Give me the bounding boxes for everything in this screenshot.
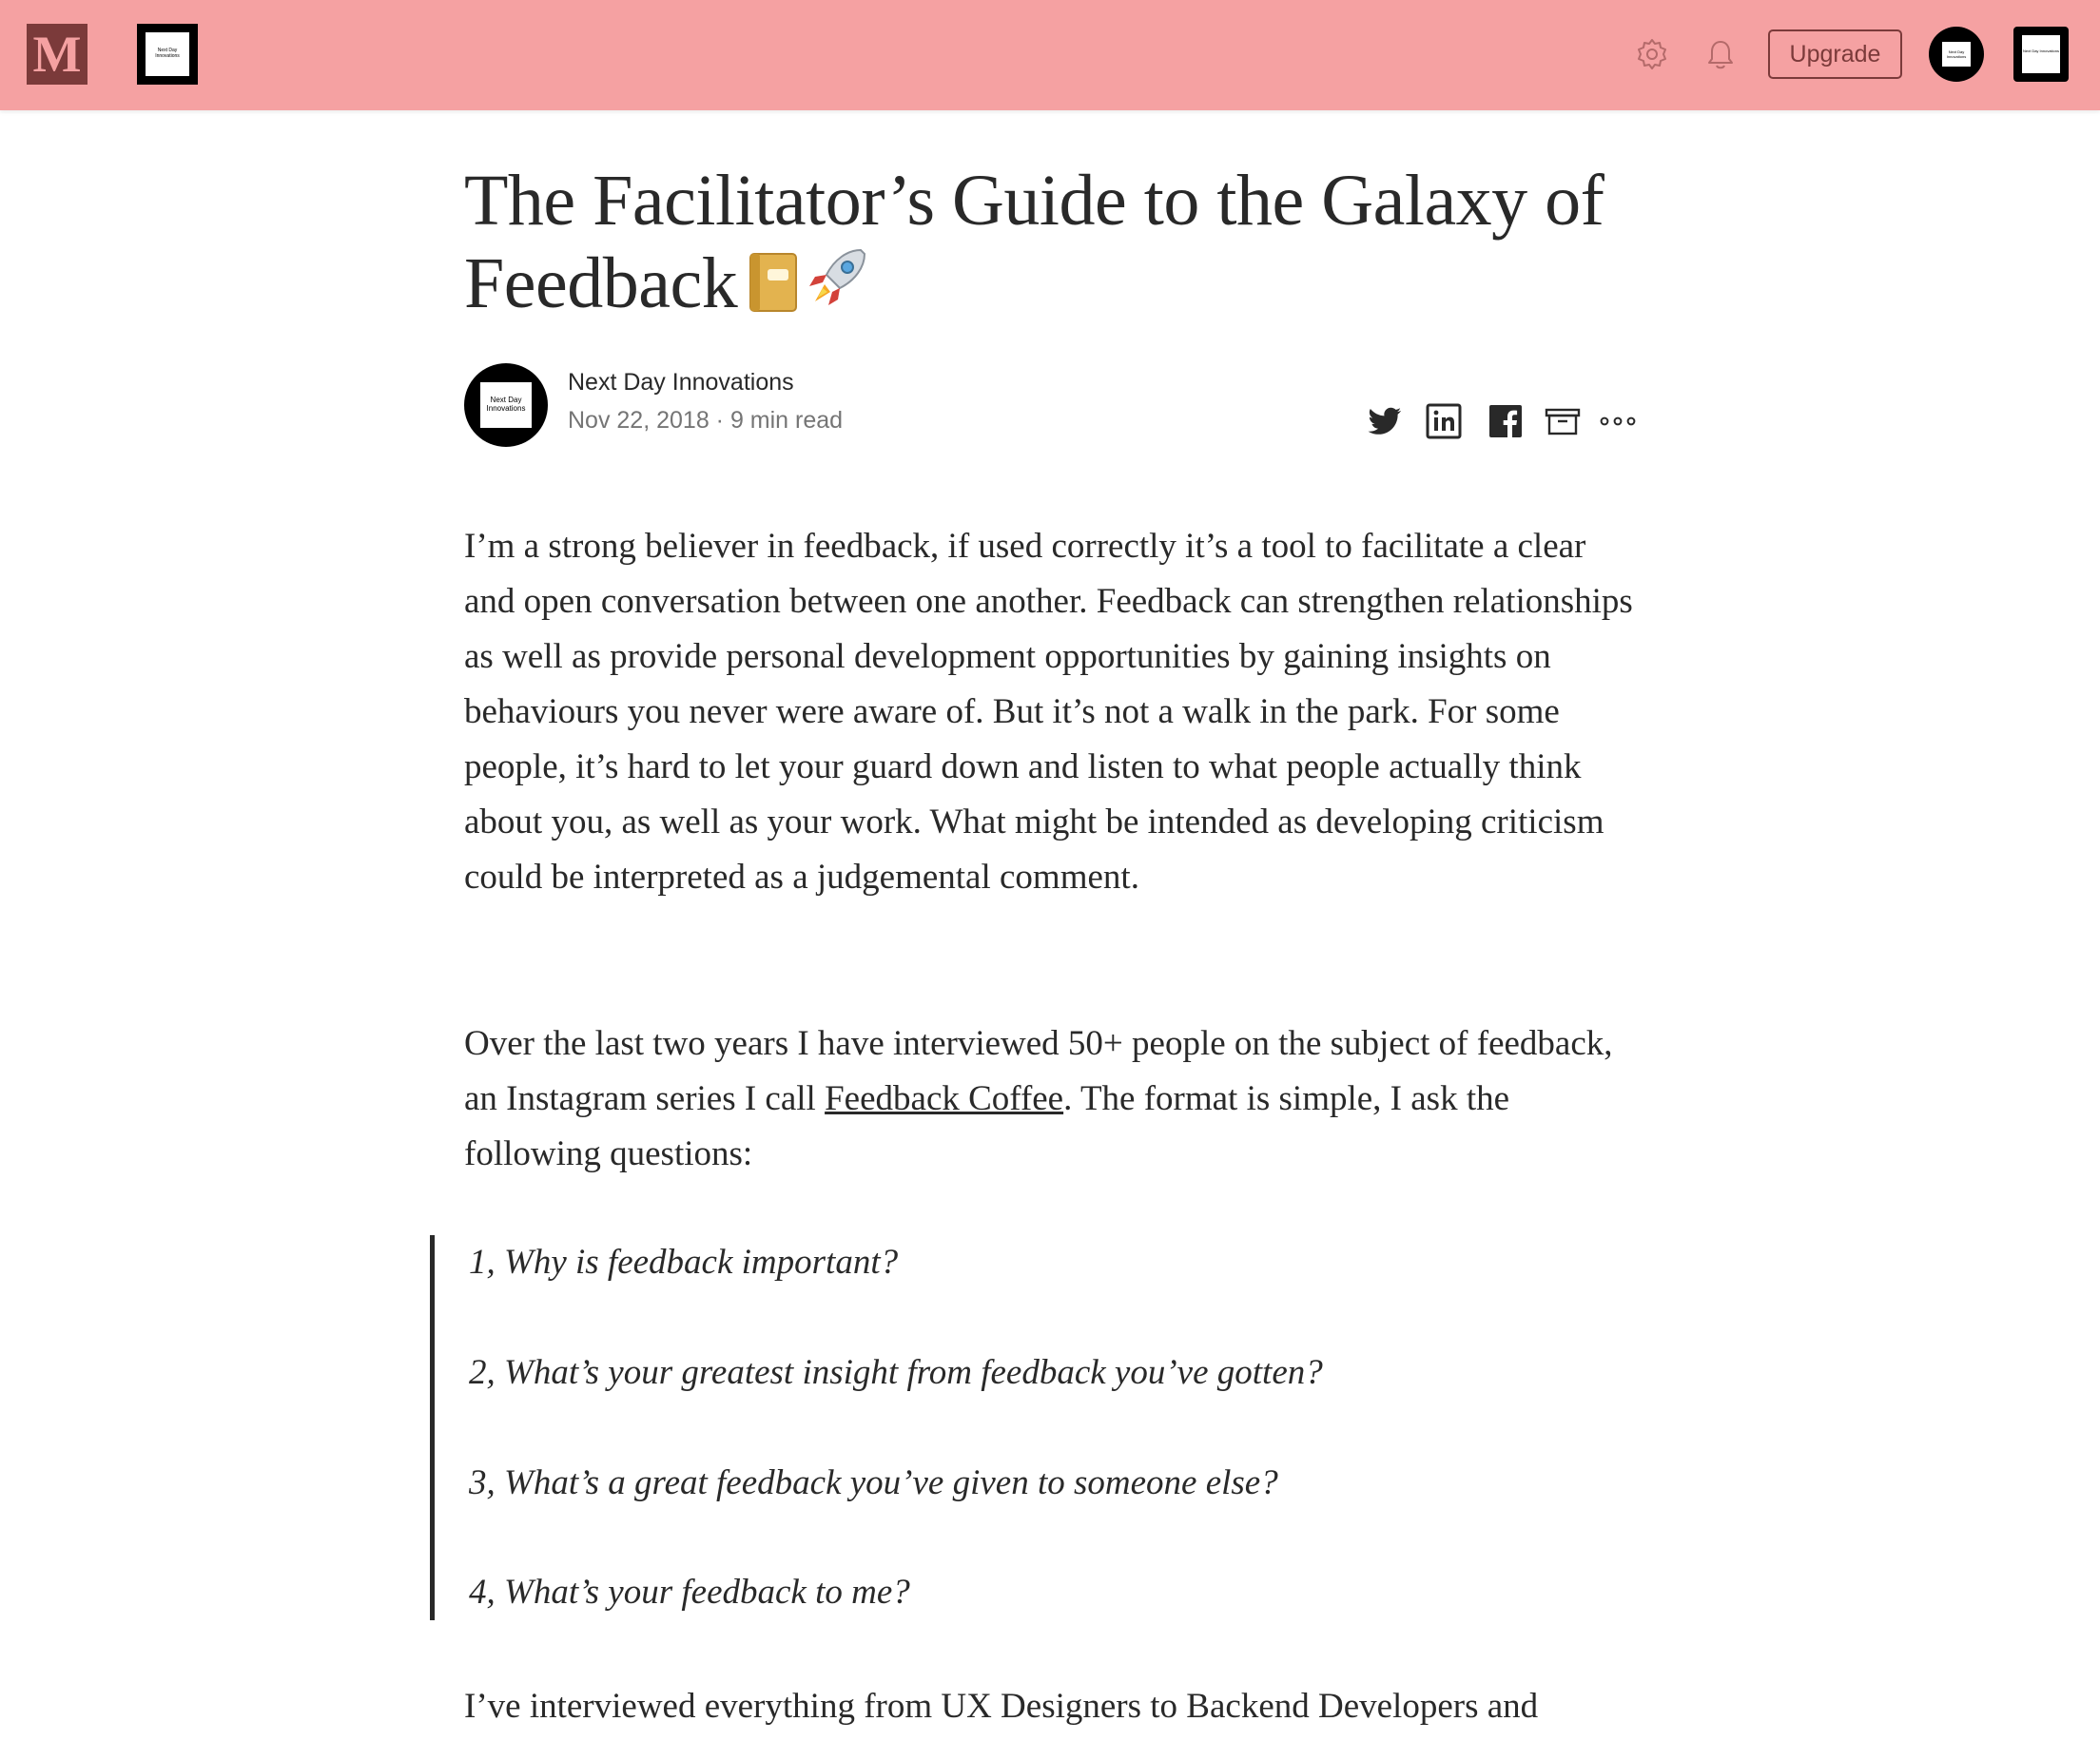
settings-icon[interactable] bbox=[1632, 34, 1672, 74]
bell-icon[interactable] bbox=[1701, 34, 1740, 74]
top-navigation-bar: M Next Day Innovations Upgrade Next Day … bbox=[0, 0, 2100, 110]
paragraph-interviews: I’ve interviewed everything from UX Desi… bbox=[464, 1687, 1539, 1726]
user-avatar[interactable]: Next Day Innovations bbox=[1929, 27, 1984, 82]
paragraph-feedback-coffee: Over the last two years I have interview… bbox=[464, 1016, 1643, 1182]
meta-separator: · bbox=[715, 407, 724, 434]
bookmark-icon[interactable] bbox=[1543, 401, 1583, 441]
feedback-coffee-link[interactable]: Feedback Coffee bbox=[825, 1079, 1063, 1118]
paragraph-intro: I’m a strong believer in feedback, if us… bbox=[464, 527, 1633, 897]
publication-avatar[interactable]: Next Day Innovations bbox=[2013, 27, 2069, 82]
author-name[interactable]: Next Day Innovations bbox=[568, 369, 794, 397]
question-4: 4, What’s your feedback to me? bbox=[469, 1573, 910, 1612]
user-avatar-text: Next Day Innovations bbox=[1942, 42, 1971, 67]
question-1: 1, Why is feedback important? bbox=[469, 1243, 899, 1282]
read-time: 9 min read bbox=[729, 407, 844, 434]
question-3: 3, What’s a great feedback you’ve given … bbox=[469, 1463, 1278, 1502]
twitter-icon[interactable] bbox=[1365, 401, 1405, 441]
rocket-emoji-icon bbox=[802, 242, 872, 313]
upgrade-button[interactable]: Upgrade bbox=[1768, 29, 1902, 79]
publication-avatar-text: Next Day Innovations bbox=[2022, 35, 2060, 73]
more-icon[interactable] bbox=[1598, 401, 1638, 441]
facebook-icon[interactable] bbox=[1486, 401, 1526, 441]
blockquote-bar bbox=[430, 1235, 435, 1620]
article-title-text: The Facilitator’s Guide to the Galaxy of… bbox=[464, 161, 1604, 323]
publication-logo-text: Next Day Innovations bbox=[146, 32, 189, 76]
author-avatar[interactable]: Next Day Innovations bbox=[464, 363, 548, 447]
notebook-emoji-icon bbox=[747, 248, 800, 312]
question-2: 2, What’s your greatest insight from fee… bbox=[469, 1353, 1323, 1392]
publication-logo[interactable]: Next Day Innovations bbox=[137, 24, 198, 85]
publish-date: Nov 22, 2018 bbox=[568, 407, 710, 434]
author-avatar-text: Next Day Innovations bbox=[480, 382, 532, 428]
linkedin-icon[interactable] bbox=[1424, 401, 1464, 441]
article-title: The Facilitator’s Guide to the Galaxy of… bbox=[464, 160, 1662, 325]
medium-logo[interactable]: M bbox=[27, 24, 88, 85]
article-meta: Nov 22, 2018 · 9 min read bbox=[568, 407, 843, 435]
